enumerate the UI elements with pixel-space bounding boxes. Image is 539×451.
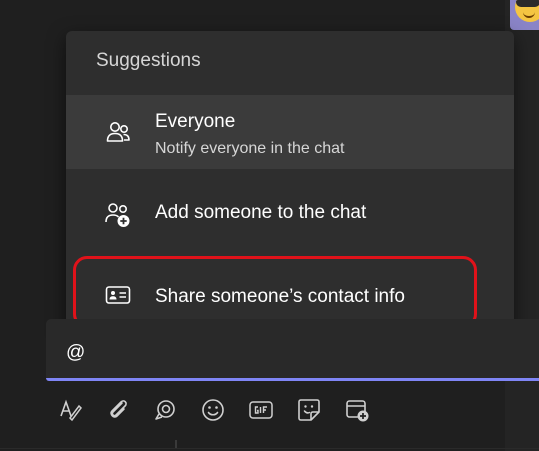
contact-card-icon xyxy=(105,286,131,304)
suggestion-sublabel: Notify everyone in the chat xyxy=(155,140,345,157)
compose-box[interactable] xyxy=(46,319,539,381)
people-icon xyxy=(106,122,130,142)
attach-icon xyxy=(110,400,127,418)
emoji-button[interactable] xyxy=(197,392,229,428)
schedule-meeting-icon xyxy=(346,400,369,422)
compose-input[interactable]: @ xyxy=(66,342,85,364)
compose-toolbar xyxy=(46,392,406,428)
popup-title: Suggestions xyxy=(96,50,201,71)
loop-button[interactable] xyxy=(149,392,181,428)
format-icon xyxy=(60,399,82,422)
sunglasses-emoji-icon xyxy=(515,0,539,22)
gif-icon xyxy=(249,401,273,419)
suggestion-label: Add someone to the chat xyxy=(155,202,367,223)
people-add-icon xyxy=(105,203,130,227)
schedule-meeting-button[interactable] xyxy=(341,392,373,428)
format-button[interactable] xyxy=(54,392,86,428)
gif-button[interactable] xyxy=(245,392,277,428)
mention-suggestions-popup: Suggestions Everyone Notify everyone in … xyxy=(66,31,514,334)
attach-button[interactable] xyxy=(102,392,134,428)
suggestion-label: Everyone xyxy=(155,111,236,132)
suggestion-label: Share someone’s contact info xyxy=(155,286,405,307)
suggestion-everyone[interactable]: Everyone Notify everyone in the chat xyxy=(66,95,514,169)
emoji-icon xyxy=(202,399,224,421)
suggestion-add-someone[interactable]: Add someone to the chat xyxy=(66,171,514,255)
sticker-button[interactable] xyxy=(293,392,325,428)
divider xyxy=(175,440,177,448)
compose-focus-underline xyxy=(46,378,539,381)
avatar xyxy=(510,0,539,30)
loop-icon xyxy=(155,400,175,420)
divider xyxy=(0,448,539,449)
sticker-icon xyxy=(298,399,320,421)
